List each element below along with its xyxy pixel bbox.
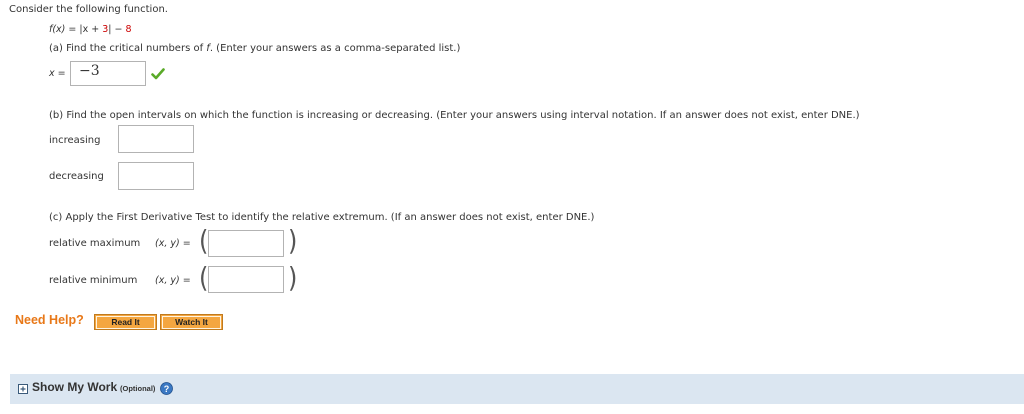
- show-my-work-label[interactable]: Show My Work: [32, 380, 117, 394]
- part-b-prompt: (b) Find the open intervals on which the…: [49, 110, 860, 121]
- read-it-button[interactable]: Read It: [94, 314, 157, 330]
- part-a-prompt-tail: . (Enter your answers as a comma-separat…: [209, 43, 461, 54]
- max-xy-label: (x, y) =: [155, 238, 191, 249]
- increasing-input[interactable]: [118, 125, 194, 153]
- function-abs-open: |x +: [79, 24, 103, 35]
- function-expression: f(x) = |x + 3| − 8: [49, 24, 132, 35]
- increasing-label: increasing: [49, 135, 101, 146]
- relative-minimum-label: relative minimum: [49, 275, 138, 286]
- show-my-work-optional: (Optional): [120, 384, 156, 393]
- part-c-prompt: (c) Apply the First Derivative Test to i…: [49, 212, 595, 223]
- show-my-work-bar[interactable]: Show My Work (Optional) ?: [10, 374, 1024, 404]
- max-close-paren: ): [288, 224, 298, 258]
- question-circle-icon[interactable]: ?: [160, 382, 173, 395]
- max-open-paren: (: [199, 224, 209, 258]
- min-open-paren: (: [199, 261, 209, 295]
- critical-numbers-input[interactable]: −3: [70, 61, 146, 86]
- plus-box-icon[interactable]: [18, 384, 28, 394]
- intro-text: Consider the following function.: [9, 4, 168, 15]
- checkmark-icon: [151, 68, 165, 80]
- watch-it-label: Watch It: [162, 316, 221, 329]
- function-const-8: 8: [125, 24, 132, 35]
- part-a-prompt-text: (a) Find the critical numbers of: [49, 43, 207, 54]
- decreasing-label: decreasing: [49, 171, 104, 182]
- part-a-x-label: x =: [49, 68, 66, 79]
- function-abs-close: | −: [108, 24, 126, 35]
- watch-it-button[interactable]: Watch It: [160, 314, 223, 330]
- part-a-prompt: (a) Find the critical numbers of f. (Ent…: [49, 43, 460, 54]
- min-xy-label: (x, y) =: [155, 275, 191, 286]
- min-close-paren: ): [288, 261, 298, 295]
- decreasing-input[interactable]: [118, 162, 194, 190]
- svg-text:?: ?: [164, 384, 170, 394]
- relative-maximum-label: relative maximum: [49, 238, 141, 249]
- function-lhs: f(x) =: [49, 24, 80, 35]
- relative-maximum-input[interactable]: [208, 230, 284, 257]
- relative-minimum-input[interactable]: [208, 266, 284, 293]
- need-help-label: Need Help?: [15, 313, 84, 327]
- read-it-label: Read It: [96, 316, 155, 329]
